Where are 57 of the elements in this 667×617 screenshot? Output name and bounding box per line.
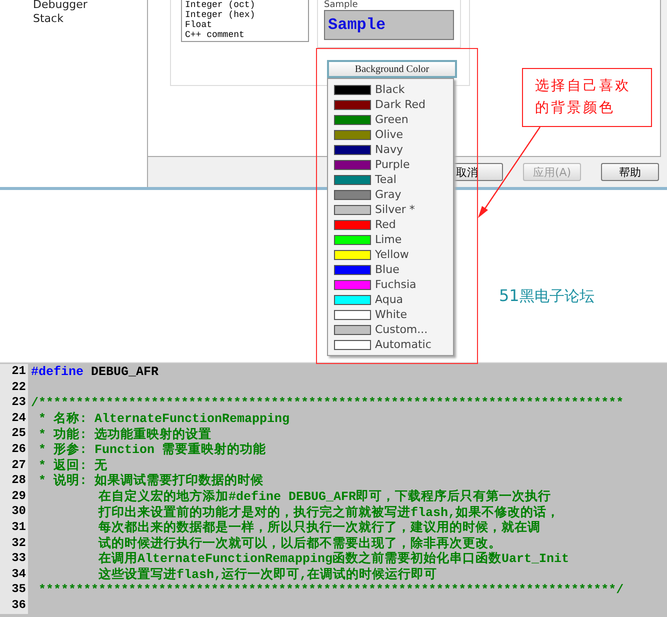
tree-item[interactable]: Stack [30,12,147,26]
forum-label: 51黑电子论坛 [499,286,594,306]
color-option[interactable]: White [375,308,407,321]
color-option[interactable]: Purple [375,158,410,171]
color-option[interactable]: Fuchsia [375,278,416,291]
line-number: 33 [0,551,28,567]
code-comment: 试的时候进行执行一次就可以，以后都不需要出现了，除非再次更改。 [97,535,502,551]
code-comment: 打印出来设置前的功能才是对的，执行完之前就被写进flash,如果不修改的话， [97,504,560,520]
sample-label: Sample [324,0,359,10]
color-option[interactable]: Custom... [375,323,428,336]
line-number: 24 [0,410,28,426]
line-number: 31 [0,520,28,536]
code-comment: 在自定义宏的地方添加#define DEBUG_AFR即可，下载程序后只有第一次执行 [97,488,552,505]
code-comment: /****************************************************************************** [30,396,624,410]
color-option[interactable]: Navy [375,143,403,156]
code-comment: * 返回: 无 [38,457,108,474]
color-option[interactable]: Dark Red [375,98,426,111]
code-line: #define DEBUG_AFR [30,364,159,379]
color-option[interactable]: Red [375,218,396,231]
code-comment: * 形参: Function 需要重映射的功能 [38,441,266,458]
color-option[interactable]: Aqua [375,293,404,306]
line-number: 23 [0,395,28,411]
color-option[interactable]: Gray [375,188,402,201]
code-comment: 每次都出来的数据都是一样，所以只执行一次就行了，建议用的时候，就在调 [98,519,541,536]
color-option[interactable]: Olive [375,128,404,141]
color-option[interactable]: Black [375,83,405,96]
line-number: 27 [0,458,28,474]
background-color-button[interactable]: Background Color [327,60,457,78]
color-option[interactable]: Green [375,113,408,126]
line-number: 26 [0,442,28,458]
code-comment: * 说明: 如果调试需要打印数据的时候 [38,472,264,489]
line-number: 25 [0,426,28,442]
code-comment: *****************************************************************************/ [38,583,624,598]
line-number: 22 [0,380,28,396]
line-number: 28 [0,473,28,489]
line-number: 21 [0,364,28,380]
sample-preview: Sample [324,10,454,40]
syntax-list[interactable]: Integer (oct) Integer (hex) Float C++ comment [181,0,309,42]
color-option[interactable]: Silver * [375,203,415,216]
line-number: 35 [0,582,28,598]
code-comment: 在调用AlternateFunctionRemapping函数之前需要初始化串口函数Uart_Init [97,550,570,567]
code-comment: 这些设置写进flash,运行一次即可,在调试的时候运行即可 [98,566,438,584]
tree-item[interactable]: Debugger [30,0,147,12]
color-option[interactable]: Teal [375,173,396,186]
line-number: 29 [0,488,28,504]
line-number: 32 [0,536,28,552]
color-option[interactable]: Lime [375,233,402,246]
line-number: 36 [0,598,28,614]
code-comment: * 功能: 选功能重映射的设置 [38,426,212,442]
color-option[interactable]: Yellow [375,248,409,261]
annotation-callout: 选择自己喜欢的背景颜色 [522,68,652,127]
line-number: 30 [0,504,28,520]
line-number: 34 [0,566,28,582]
color-option[interactable]: Blue [375,263,400,276]
color-option[interactable]: Automatic [375,338,432,351]
code-comment: * 名称: AlternateFunctionRemapping [38,410,290,427]
dialog-button[interactable]: 帮助 [601,163,659,181]
